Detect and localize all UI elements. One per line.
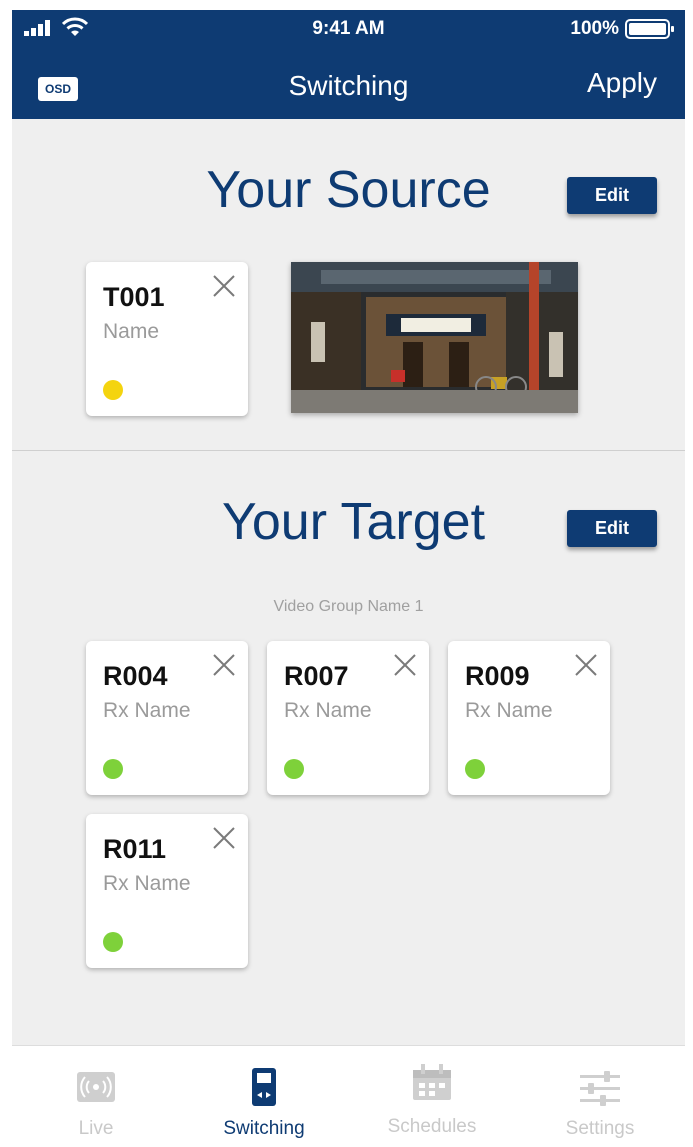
target-id: R011 xyxy=(103,834,167,864)
target-card[interactable]: R007 Rx Name xyxy=(267,641,429,795)
tab-label: Schedules xyxy=(387,1116,477,1137)
tab-label: Settings xyxy=(565,1118,635,1139)
close-icon[interactable] xyxy=(574,653,598,677)
tab-switching[interactable]: Switching xyxy=(180,1046,348,1147)
target-id: R009 xyxy=(465,661,530,691)
target-edit-button[interactable]: Edit xyxy=(567,510,657,547)
navigation-bar: OSD Switching Apply xyxy=(12,50,685,119)
page-title: Switching xyxy=(288,70,409,101)
target-name: Rx Name xyxy=(465,699,553,722)
source-status-dot xyxy=(103,380,123,400)
source-edit-button[interactable]: Edit xyxy=(567,177,657,214)
target-name: Rx Name xyxy=(103,699,191,722)
target-id: R004 xyxy=(103,661,168,691)
tab-label: Switching xyxy=(223,1118,305,1139)
sliders-icon xyxy=(580,1071,620,1106)
source-preview-image[interactable] xyxy=(291,262,578,413)
target-card[interactable]: R004 Rx Name xyxy=(86,641,248,795)
apply-button[interactable]: Apply xyxy=(587,67,657,99)
section-divider xyxy=(12,450,685,451)
source-id: T001 xyxy=(103,282,165,312)
status-bar: 9:41 AM 100% xyxy=(12,10,685,50)
tab-bar: Live Switching Schedules Settings xyxy=(12,1045,685,1147)
tab-live[interactable]: Live xyxy=(12,1046,180,1147)
tab-settings[interactable]: Settings xyxy=(516,1046,684,1147)
battery-icon xyxy=(625,19,674,39)
target-name: Rx Name xyxy=(284,699,372,722)
source-name: Name xyxy=(103,320,160,343)
target-status-dot xyxy=(103,932,123,952)
target-status-dot xyxy=(103,759,123,779)
close-icon[interactable] xyxy=(212,826,236,850)
live-broadcast-icon xyxy=(77,1072,115,1102)
target-card[interactable]: R009 Rx Name xyxy=(448,641,610,795)
target-status-dot xyxy=(465,759,485,779)
header: 9:41 AM 100% OSD Switching Apply xyxy=(12,10,685,119)
close-icon[interactable] xyxy=(212,653,236,677)
calendar-icon xyxy=(413,1064,451,1100)
tab-label: Live xyxy=(78,1118,114,1139)
close-icon[interactable] xyxy=(212,274,236,298)
battery-percentage: 100% xyxy=(570,18,619,39)
target-card[interactable]: R011 Rx Name xyxy=(86,814,248,968)
switching-icon xyxy=(252,1068,276,1106)
tab-schedules[interactable]: Schedules xyxy=(348,1046,516,1147)
target-id: R007 xyxy=(284,661,349,691)
app-screen: 9:41 AM 100% OSD Switching Apply Your So… xyxy=(12,10,685,1147)
source-card[interactable]: T001 Name xyxy=(86,262,248,416)
target-name: Rx Name xyxy=(103,872,191,895)
close-icon[interactable] xyxy=(393,653,417,677)
video-group-name: Video Group Name 1 xyxy=(273,598,424,615)
target-status-dot xyxy=(284,759,304,779)
